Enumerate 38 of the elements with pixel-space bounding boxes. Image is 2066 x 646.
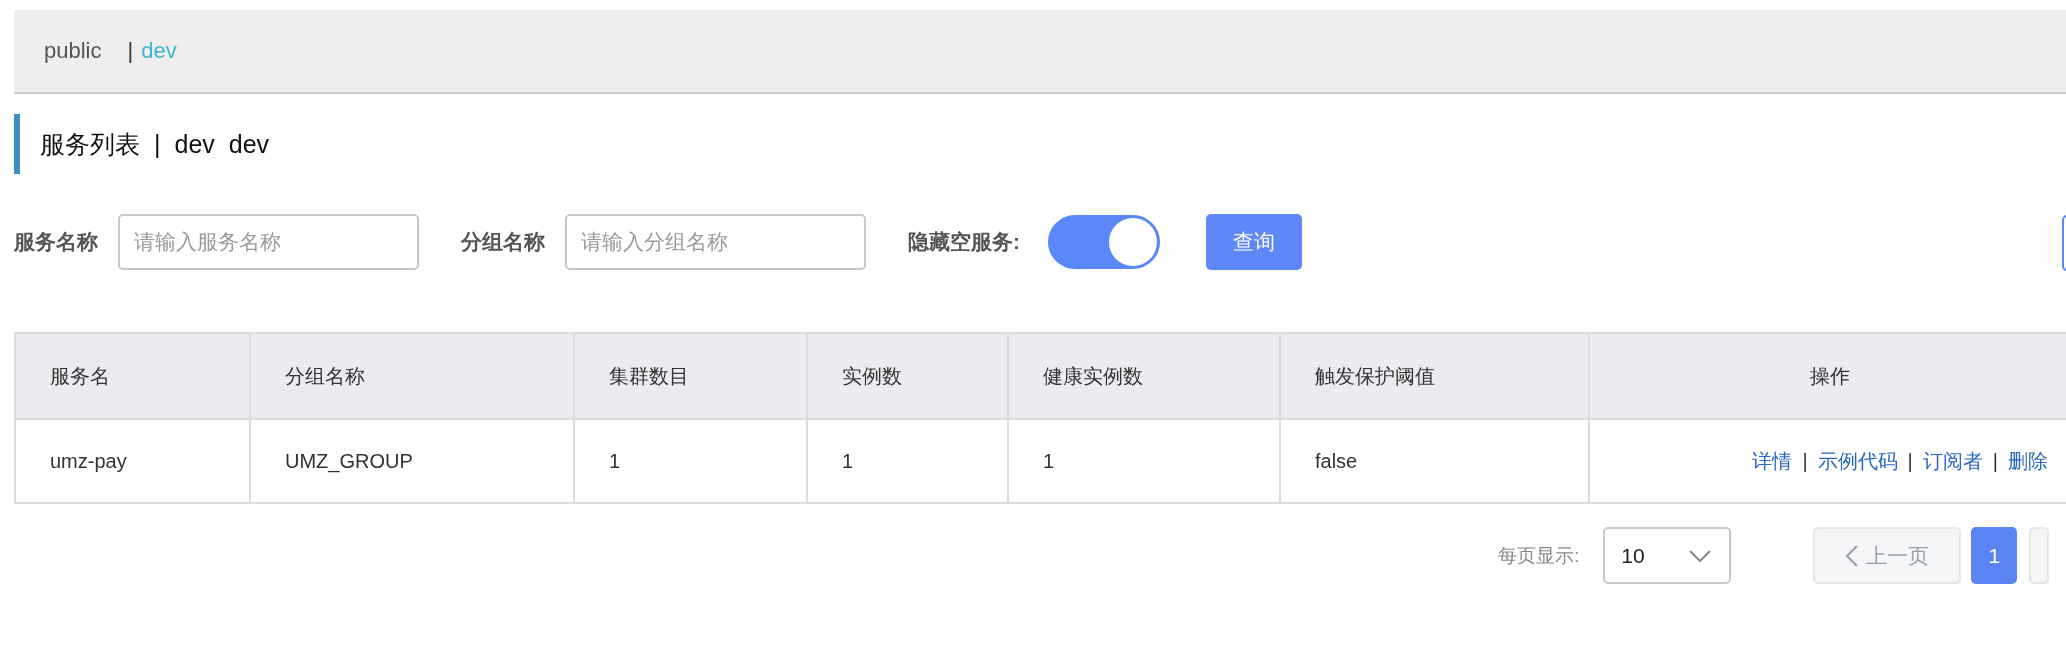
column-header: 健康实例数 [1008,333,1280,419]
action-link[interactable]: 订阅者 [1922,449,1983,472]
service-name-label: 服务名称 [14,229,98,255]
separator: | [1907,449,1913,472]
action-link[interactable]: 删除 [2008,449,2048,472]
group-name-field[interactable]: 请输入分组名称 [565,214,866,270]
action-link[interactable]: 详情 [1752,449,1793,472]
action-link[interactable]: 示例代码 [1817,449,1898,472]
hide-empty-switch[interactable] [1048,215,1160,269]
page-size-label: 每页显示: [1498,543,1580,568]
table-cell: umz-pay [15,419,250,503]
table-cell: 1 [807,419,1008,503]
page-title: 服务列表 [40,128,140,160]
service-name-field[interactable]: 请输入服务名称 [118,214,419,270]
table-cell: UMZ_GROUP [250,419,574,503]
table-cell: 1 [574,419,807,503]
separator: | [1802,449,1808,472]
column-header: 分组名称 [250,333,574,419]
column-header: 触发保护阈值 [1280,333,1589,419]
chevron-left-icon [1845,544,1858,567]
column-header: 服务名 [15,333,250,419]
column-header: 集群数目 [574,333,807,419]
separator: | [127,38,134,64]
page-button[interactable]: 1 [1971,527,2018,584]
group-name-label: 分组名称 [461,229,545,255]
column-header: 实例数 [807,333,1008,419]
title-separator: | [154,129,161,159]
page-size-select[interactable]: 10 [1603,527,1732,584]
table-cell: false [1280,419,1589,503]
namespace-name: dev [174,129,215,159]
namespace-tab[interactable]: public [44,38,102,64]
query-button[interactable]: 查询 [1206,214,1302,270]
namespace-id: dev [228,129,270,159]
chevron-down-icon [1689,549,1712,562]
hide-empty-label: 隐藏空服务: [908,229,1020,255]
column-header: 操作 [1589,333,2066,419]
table-cell: 1 [1008,419,1280,503]
separator: | [1992,449,1998,472]
